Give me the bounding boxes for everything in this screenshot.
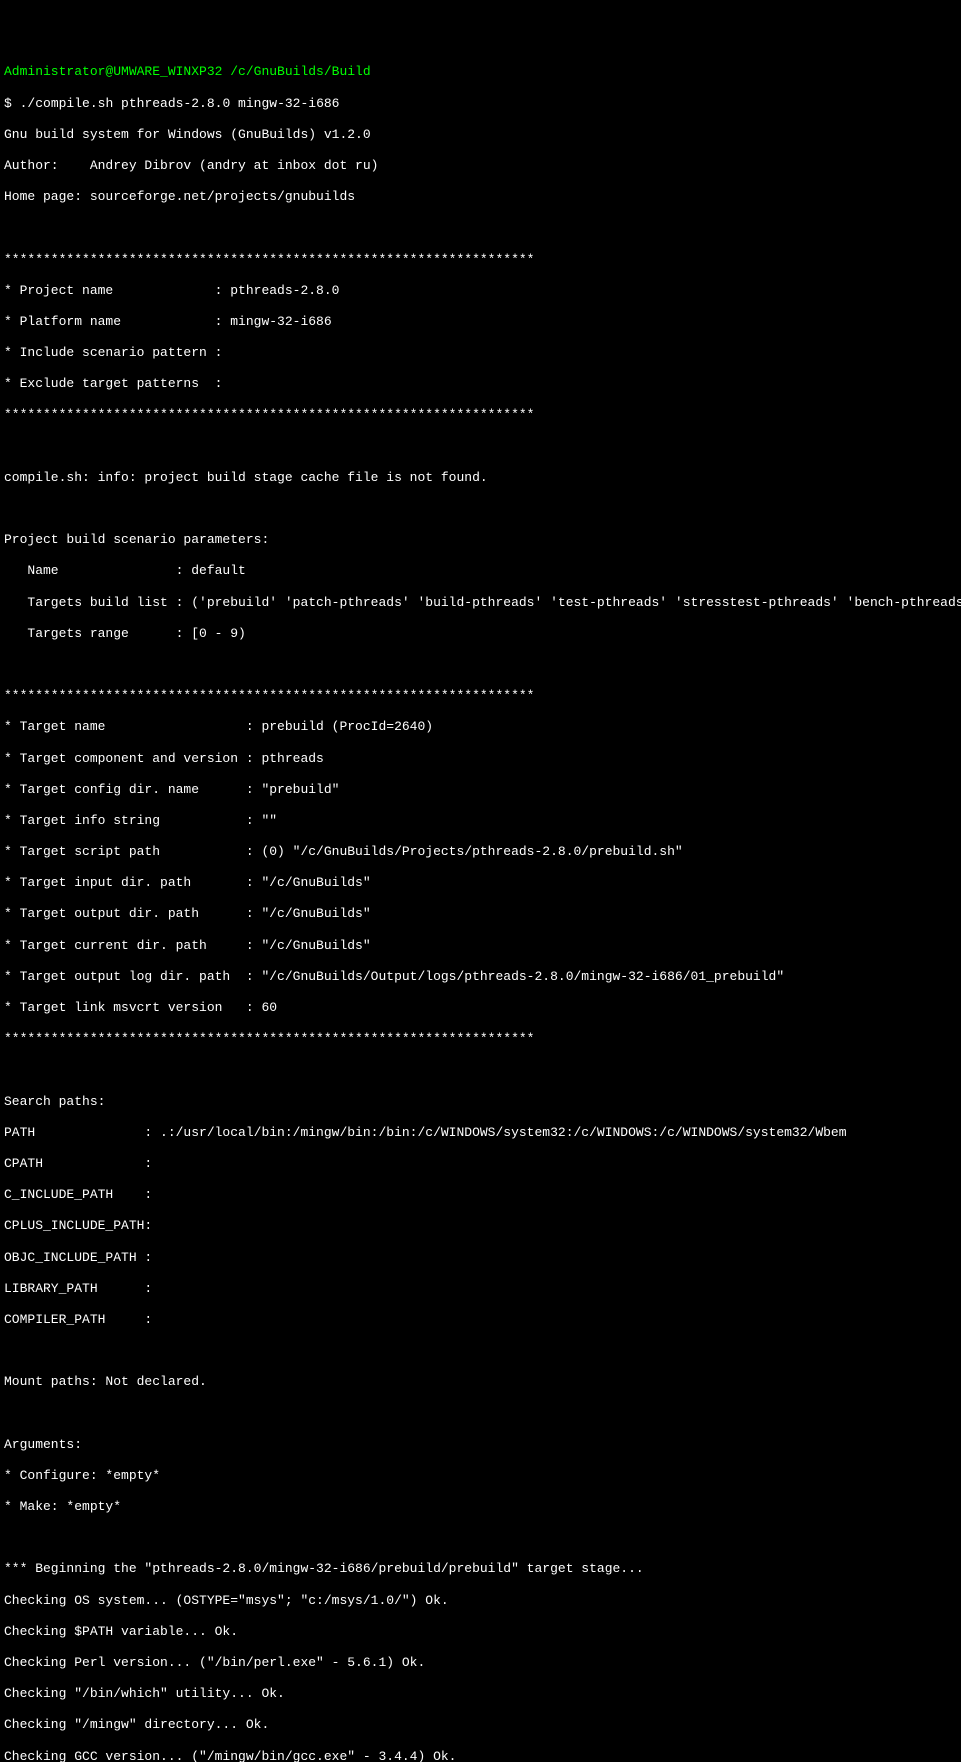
check-gcc: Checking GCC version... ("/mingw/bin/gcc… — [4, 1749, 957, 1762]
blank — [4, 1343, 957, 1359]
scenario-name: Name : default — [4, 563, 957, 579]
search-paths-header: Search paths: — [4, 1094, 957, 1110]
header-line1: Gnu build system for Windows (GnuBuilds)… — [4, 127, 957, 143]
command-text: ./compile.sh pthreads-2.8.0 mingw-32-i68… — [20, 96, 340, 111]
target-name: * Target name : prebuild (ProcId=2640) — [4, 719, 957, 735]
separator: ****************************************… — [4, 252, 957, 268]
blank — [4, 657, 957, 673]
cplus-include-path: CPLUS_INCLUDE_PATH: — [4, 1218, 957, 1234]
info-cache: compile.sh: info: project build stage ca… — [4, 470, 957, 486]
blank — [4, 439, 957, 455]
library-path: LIBRARY_PATH : — [4, 1281, 957, 1297]
target-script-path: * Target script path : (0) "/c/GnuBuilds… — [4, 844, 957, 860]
blank — [4, 501, 957, 517]
check-path: Checking $PATH variable... Ok. — [4, 1624, 957, 1640]
target-msvcrt: * Target link msvcrt version : 60 — [4, 1000, 957, 1016]
compiler-path: COMPILER_PATH : — [4, 1312, 957, 1328]
make-arg: * Make: *empty* — [4, 1499, 957, 1515]
scenario-build-list: Targets build list : ('prebuild' 'patch-… — [4, 595, 957, 611]
blank — [4, 1530, 957, 1546]
target-input-dir: * Target input dir. path : "/c/GnuBuilds… — [4, 875, 957, 891]
separator: ****************************************… — [4, 407, 957, 423]
target-config-dir: * Target config dir. name : "prebuild" — [4, 782, 957, 798]
mount-paths: Mount paths: Not declared. — [4, 1374, 957, 1390]
target-log-dir: * Target output log dir. path : "/c/GnuB… — [4, 969, 957, 985]
include-pattern: * Include scenario pattern : — [4, 345, 957, 361]
header-line3: Home page: sourceforge.net/projects/gnub… — [4, 189, 957, 205]
blank — [4, 1062, 957, 1078]
arguments-header: Arguments: — [4, 1437, 957, 1453]
target-output-dir: * Target output dir. path : "/c/GnuBuild… — [4, 906, 957, 922]
scenario-range: Targets range : [0 - 9) — [4, 626, 957, 642]
blank — [4, 220, 957, 236]
prompt-symbol: $ — [4, 96, 12, 111]
separator: ****************************************… — [4, 1031, 957, 1047]
target-info-string: * Target info string : "" — [4, 813, 957, 829]
configure-arg: * Configure: *empty* — [4, 1468, 957, 1484]
path-var: PATH : .:/usr/local/bin:/mingw/bin:/bin:… — [4, 1125, 957, 1141]
check-which: Checking "/bin/which" utility... Ok. — [4, 1686, 957, 1702]
c-include-path: C_INCLUDE_PATH : — [4, 1187, 957, 1203]
objc-include-path: OBJC_INCLUDE_PATH : — [4, 1250, 957, 1266]
check-perl: Checking Perl version... ("/bin/perl.exe… — [4, 1655, 957, 1671]
cpath-var: CPATH : — [4, 1156, 957, 1172]
exclude-pattern: * Exclude target patterns : — [4, 376, 957, 392]
blank — [4, 1405, 957, 1421]
prompt-line[interactable]: $ ./compile.sh pthreads-2.8.0 mingw-32-i… — [4, 96, 957, 112]
platform-name: * Platform name : mingw-32-i686 — [4, 314, 957, 330]
title-bar: Administrator@UMWARE_WINXP32 /c/GnuBuild… — [4, 64, 957, 80]
stage-begin: *** Beginning the "pthreads-2.8.0/mingw-… — [4, 1561, 957, 1577]
target-current-dir: * Target current dir. path : "/c/GnuBuil… — [4, 938, 957, 954]
separator: ****************************************… — [4, 688, 957, 704]
header-line2: Author: Andrey Dibrov (andry at inbox do… — [4, 158, 957, 174]
scenario-header: Project build scenario parameters: — [4, 532, 957, 548]
check-mingw: Checking "/mingw" directory... Ok. — [4, 1717, 957, 1733]
check-os: Checking OS system... (OSTYPE="msys"; "c… — [4, 1593, 957, 1609]
project-name: * Project name : pthreads-2.8.0 — [4, 283, 957, 299]
target-component: * Target component and version : pthread… — [4, 751, 957, 767]
